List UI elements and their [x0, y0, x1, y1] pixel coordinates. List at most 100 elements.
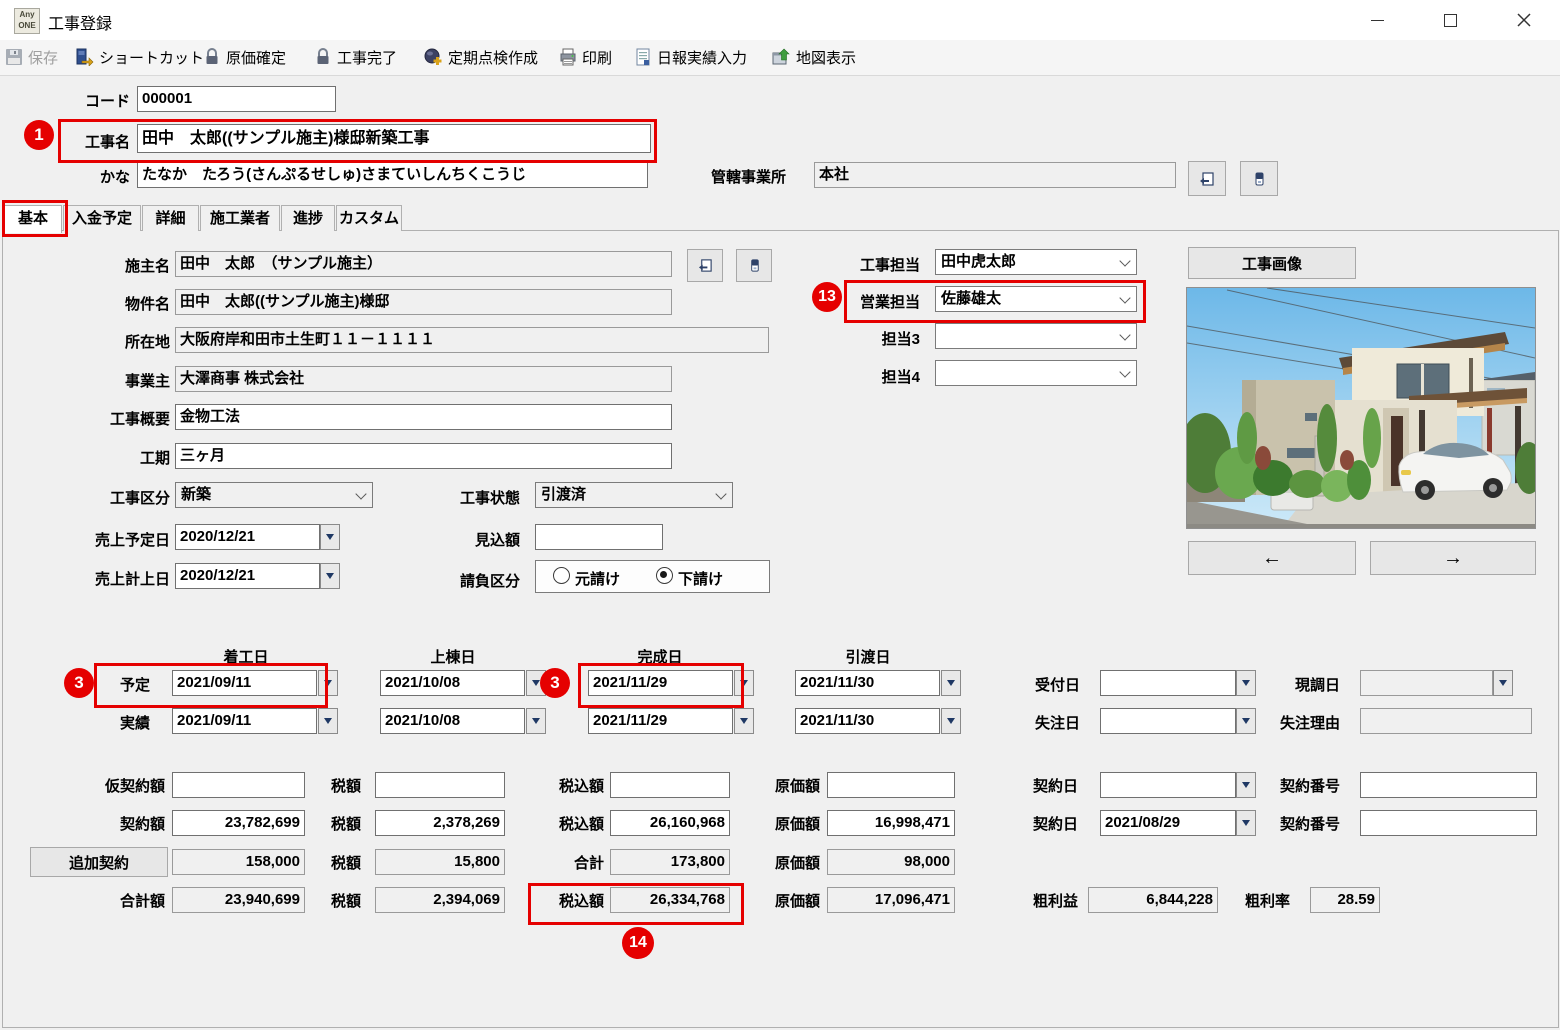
additional-amount-field[interactable]: 158,000 — [172, 849, 305, 875]
summary-field[interactable]: 金物工法 — [175, 404, 672, 430]
estimate-field[interactable] — [535, 524, 663, 550]
actual-start-date-field[interactable]: 2021/09/11 — [172, 708, 317, 734]
prime-contract-radio[interactable] — [553, 567, 570, 584]
gross-margin-field[interactable]: 28.59 — [1310, 887, 1380, 913]
contract-no-field-r2[interactable] — [1360, 810, 1537, 836]
category-select[interactable]: 新築 — [175, 482, 373, 508]
actual-completion-date-field[interactable]: 2021/11/29 — [588, 708, 733, 734]
provisional-contract-amount-field[interactable] — [172, 772, 305, 798]
contract-date-field-r2[interactable]: 2021/08/29 — [1100, 810, 1236, 836]
prev-image-button[interactable]: ← — [1188, 541, 1356, 575]
kana-field[interactable]: たなか たろう(さんぷるせしゅ)さまていしんちくこうじ — [137, 162, 648, 188]
planned-completion-date-dropdown[interactable] — [734, 670, 754, 696]
contract-date-dropdown-r1[interactable] — [1236, 772, 1256, 798]
tax-field-r2[interactable]: 2,378,269 — [375, 810, 505, 836]
reception-date-dropdown[interactable] — [1236, 670, 1256, 696]
planned-handover-date-field[interactable]: 2021/11/30 — [795, 670, 940, 696]
sub-contract-radio[interactable] — [656, 567, 673, 584]
dropdown-arrow-icon — [326, 573, 334, 579]
business-owner-field[interactable]: 大澤商事 株式会社 — [175, 366, 672, 392]
office-lookup-button[interactable] — [1188, 161, 1226, 196]
owner-field[interactable]: 田中 太郎 （サンプル施主） — [175, 251, 672, 277]
construction-image-button[interactable]: 工事画像 — [1188, 247, 1356, 279]
cost-field-r2[interactable]: 16,998,471 — [827, 810, 955, 836]
contract-no-field-r1[interactable] — [1360, 772, 1537, 798]
lost-order-date-dropdown[interactable] — [1236, 708, 1256, 734]
total-incl-tax-field[interactable]: 26,334,768 — [610, 887, 730, 913]
sales-recorded-date-dropdown[interactable] — [320, 563, 340, 589]
actual-framing-date-dropdown[interactable] — [526, 708, 546, 734]
period-field[interactable]: 三ヶ月 — [175, 443, 672, 469]
property-field[interactable]: 田中 太郎((サンプル施主)様邸 — [175, 289, 672, 315]
reception-date-field[interactable] — [1100, 670, 1236, 696]
construction-manager-select[interactable]: 田中虎太郎 — [935, 249, 1137, 275]
print-button[interactable]: 印刷 — [559, 40, 612, 74]
sales-recorded-date-field[interactable]: 2020/12/21 — [175, 563, 320, 589]
construction-manager-label: 工事担当 — [859, 257, 920, 274]
additional-contract-button[interactable]: 追加契約 — [30, 847, 168, 877]
device-icon — [1255, 172, 1264, 185]
contract-amount-field[interactable]: 23,782,699 — [172, 810, 305, 836]
gross-profit-field[interactable]: 6,844,228 — [1088, 887, 1218, 913]
code-field[interactable]: 000001 — [137, 86, 336, 112]
site-survey-date-dropdown[interactable] — [1493, 670, 1513, 696]
tab-progress[interactable]: 進捗 — [281, 205, 335, 231]
tab-details[interactable]: 詳細 — [142, 205, 199, 231]
planned-handover-date-dropdown[interactable] — [941, 670, 961, 696]
cost-field-r1[interactable] — [827, 772, 955, 798]
sales-manager-select[interactable]: 佐藤雄太 — [935, 286, 1137, 312]
office-field[interactable]: 本社 — [814, 162, 1176, 188]
periodic-inspection-button[interactable]: 定期点検作成 — [424, 40, 538, 74]
close-button[interactable] — [1487, 0, 1560, 40]
owner-lookup-button[interactable] — [687, 249, 723, 282]
tab-contractors[interactable]: 施工業者 — [200, 205, 280, 231]
planned-framing-date-dropdown[interactable] — [526, 670, 546, 696]
manager4-select[interactable] — [935, 360, 1137, 386]
incl-tax-field-r2[interactable]: 26,160,968 — [610, 810, 730, 836]
site-survey-date-field[interactable] — [1360, 670, 1493, 696]
location-field[interactable]: 大阪府岸和田市土生町１１－１１１１ — [175, 327, 769, 353]
cost-field-r4[interactable]: 17,096,471 — [827, 887, 955, 913]
tax-field-r1[interactable] — [375, 772, 505, 798]
incl-tax-field-r1[interactable] — [610, 772, 730, 798]
tab-custom[interactable]: カスタム — [336, 205, 402, 231]
owner-device-button[interactable] — [736, 249, 772, 282]
actual-handover-date-field[interactable]: 2021/11/30 — [795, 708, 940, 734]
shortcut-button[interactable]: ショートカット — [75, 40, 204, 74]
lost-reason-field[interactable] — [1360, 708, 1532, 734]
sales-planned-date-field[interactable]: 2020/12/21 — [175, 524, 320, 550]
tab-payment-schedule[interactable]: 入金予定 — [63, 205, 141, 231]
planned-start-date-field[interactable]: 2021/09/11 — [172, 670, 317, 696]
actual-framing-date-field[interactable]: 2021/10/08 — [380, 708, 525, 734]
total-amount-field[interactable]: 23,940,699 — [172, 887, 305, 913]
minimize-button[interactable] — [1341, 0, 1414, 40]
construction-complete-button[interactable]: 工事完了 — [314, 40, 397, 74]
save-button[interactable]: 保存 — [5, 40, 58, 74]
planned-completion-date-field[interactable]: 2021/11/29 — [588, 670, 733, 696]
next-image-button[interactable]: → — [1370, 541, 1536, 575]
construction-name-field[interactable]: 田中 太郎((サンプル施主)様邸新築工事 — [137, 124, 651, 153]
tax-field-r3[interactable]: 15,800 — [375, 849, 505, 875]
planned-start-date-dropdown[interactable] — [318, 670, 338, 696]
office-device-button[interactable] — [1240, 161, 1278, 196]
maximize-button[interactable] — [1414, 0, 1487, 40]
actual-completion-date-dropdown[interactable] — [734, 708, 754, 734]
tax-field-r4[interactable]: 2,394,069 — [375, 887, 505, 913]
sales-planned-date-dropdown[interactable] — [320, 524, 340, 550]
status-select[interactable]: 引渡済 — [535, 482, 733, 508]
cost-field-r3[interactable]: 98,000 — [827, 849, 955, 875]
subtotal-field-r3[interactable]: 173,800 — [610, 849, 730, 875]
manager3-select[interactable] — [935, 323, 1137, 349]
lost-order-date-field[interactable] — [1100, 708, 1236, 734]
cost-confirm-button[interactable]: 原価確定 — [203, 40, 286, 74]
actual-handover-date-dropdown[interactable] — [941, 708, 961, 734]
form-jump-icon — [698, 259, 712, 272]
contract-date-dropdown-r2[interactable] — [1236, 810, 1256, 836]
planned-framing-date-field[interactable]: 2021/10/08 — [380, 670, 525, 696]
daily-report-button[interactable]: 日報実績入力 — [634, 40, 747, 74]
tab-basic[interactable]: 基本 — [4, 205, 62, 233]
property-label: 物件名 — [124, 296, 170, 313]
actual-start-date-dropdown[interactable] — [318, 708, 338, 734]
contract-date-field-r1[interactable] — [1100, 772, 1236, 798]
map-display-button[interactable]: 地図表示 — [772, 40, 856, 74]
